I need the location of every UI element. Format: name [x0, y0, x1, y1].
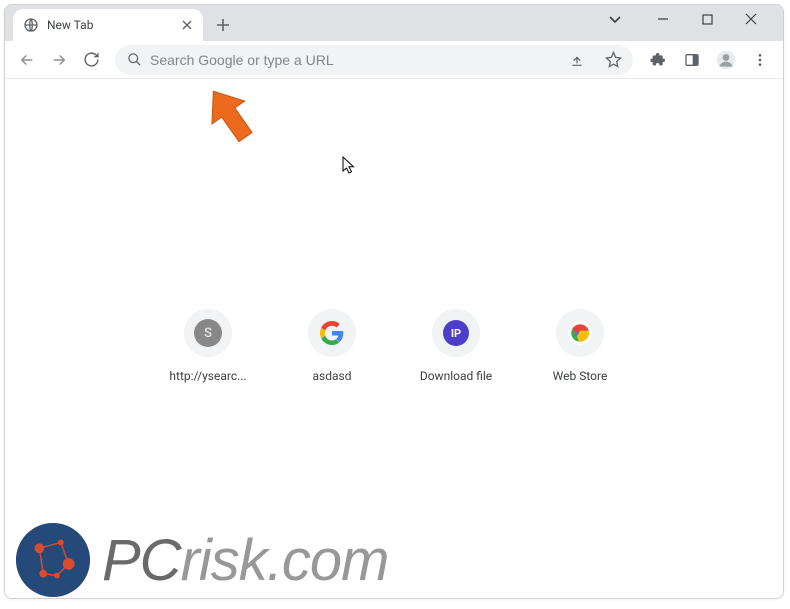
omnibox-input[interactable]: [150, 52, 555, 68]
minimize-button[interactable]: [649, 5, 677, 33]
sidepanel-icon[interactable]: [677, 46, 707, 74]
shortcut-tile[interactable]: IP Download file: [416, 309, 496, 383]
letter-icon: S: [194, 319, 222, 347]
close-window-button[interactable]: [737, 5, 765, 33]
watermark-text: PCrisk.com: [102, 527, 388, 594]
maximize-button[interactable]: [693, 5, 721, 33]
address-bar[interactable]: [115, 45, 633, 75]
shortcut-tile[interactable]: Web Store: [540, 309, 620, 383]
profile-icon[interactable]: [711, 46, 741, 74]
webstore-icon: [567, 320, 593, 346]
shortcut-favicon: [556, 309, 604, 357]
title-bar: New Tab: [5, 5, 783, 41]
reload-button[interactable]: [77, 46, 105, 74]
shortcut-tile[interactable]: asdasd: [292, 309, 372, 383]
shortcut-favicon: S: [184, 309, 232, 357]
back-button[interactable]: [13, 46, 41, 74]
menu-icon[interactable]: [745, 46, 775, 74]
shortcut-favicon: IP: [432, 309, 480, 357]
toolbar: [5, 41, 783, 79]
ip-icon: IP: [443, 320, 469, 346]
tab-search-icon[interactable]: [601, 5, 629, 33]
globe-icon: [23, 17, 39, 33]
shortcut-label: asdasd: [313, 369, 352, 383]
shortcut-label: Web Store: [553, 369, 608, 383]
watermark-seal-icon: [14, 521, 92, 599]
browser-window: New Tab: [4, 4, 784, 599]
watermark: PCrisk.com: [14, 521, 388, 599]
shortcuts-grid: S http://ysearc... asdasd IP Download fi…: [168, 309, 620, 383]
extensions-icon[interactable]: [643, 46, 673, 74]
shortcut-tile[interactable]: S http://ysearc...: [168, 309, 248, 383]
search-icon: [127, 52, 142, 67]
close-tab-icon[interactable]: [179, 17, 195, 33]
bookmark-icon[interactable]: [599, 46, 627, 74]
shortcut-label: http://ysearc...: [169, 369, 246, 383]
tabs-area: New Tab: [5, 5, 593, 41]
tab-title: New Tab: [47, 18, 171, 32]
shortcut-label: Download file: [420, 369, 492, 383]
share-icon[interactable]: [563, 46, 591, 74]
google-icon: [320, 321, 344, 345]
browser-tab[interactable]: New Tab: [13, 9, 203, 41]
window-controls: [593, 5, 783, 41]
cursor-icon: [342, 156, 356, 178]
new-tab-button[interactable]: [209, 11, 237, 39]
forward-button[interactable]: [45, 46, 73, 74]
shortcut-favicon: [308, 309, 356, 357]
